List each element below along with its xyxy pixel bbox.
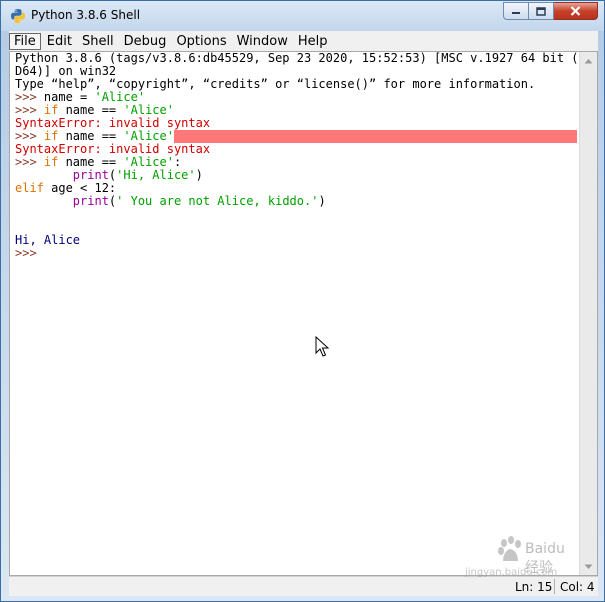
menu-window-label: Window (236, 33, 288, 49)
code-text: ) (318, 194, 326, 208)
status-bar: Ln: 15 Col: 4 (9, 576, 598, 596)
string-literal: 'Alice' (94, 90, 146, 104)
shell-line: print(' You are not Alice, kiddo.') (15, 195, 577, 208)
menu-help-label: Help (297, 33, 328, 49)
string-literal: 'Alice' (123, 129, 174, 143)
prompt: >>> (15, 155, 44, 169)
shell-editor[interactable]: Python 3.8.6 (tags/v3.8.6:db45529, Sep 2… (9, 51, 598, 576)
status-divider (554, 579, 555, 594)
prompt: >>> (15, 103, 44, 117)
keyword: elif (15, 181, 44, 195)
chevron-down-icon (584, 564, 593, 569)
code-text: : (173, 155, 182, 169)
column-number-status: Col: 4 (560, 580, 595, 594)
minimize-button[interactable] (503, 2, 529, 20)
prompt: >>> (15, 129, 44, 143)
menu-debug-label: Debug (123, 33, 167, 49)
keyword: if (43, 103, 59, 117)
menu-bar: File Edit Shell Debug Options Window Hel… (9, 31, 598, 51)
menu-file[interactable]: File (9, 32, 41, 50)
scroll-down-button[interactable] (580, 558, 597, 575)
final-prompt: >>> (15, 246, 37, 260)
python-icon (11, 9, 25, 23)
code-text: ) (195, 168, 203, 182)
mouse-pointer-icon (315, 336, 329, 357)
maximize-icon (536, 6, 546, 16)
program-output: Hi, Alice (15, 233, 81, 247)
error-highlight (173, 130, 577, 143)
line-number-status: Ln: 15 (515, 580, 553, 594)
menu-shell[interactable]: Shell (78, 33, 118, 50)
menu-help[interactable]: Help (294, 33, 332, 50)
keyword: if (43, 155, 59, 169)
shell-text-area[interactable]: Python 3.8.6 (tags/v3.8.6:db45529, Sep 2… (15, 52, 577, 574)
menu-edit-label: Edit (46, 33, 72, 49)
minimize-icon (512, 12, 520, 14)
window-controls (503, 2, 598, 21)
code-text: name = (43, 90, 95, 104)
prompt: >>> (15, 90, 44, 104)
code-text: name == (58, 155, 124, 169)
code-text: age < 12: (43, 181, 117, 195)
menu-debug[interactable]: Debug (120, 33, 171, 50)
menu-edit[interactable]: Edit (43, 33, 76, 50)
chevron-up-icon (584, 58, 593, 63)
code-text: name == (58, 103, 124, 117)
string-literal: ' You are not Alice, kiddo.' (116, 194, 319, 208)
menu-shell-label: Shell (81, 33, 114, 49)
string-literal: 'Hi, Alice' (116, 168, 196, 182)
builtin-function: print (72, 194, 109, 208)
vertical-scrollbar[interactable] (579, 52, 597, 575)
builtin-function: print (72, 168, 109, 182)
string-literal: 'Alice' (123, 155, 174, 169)
string-literal: 'Alice' (123, 103, 174, 117)
keyword: if (43, 129, 59, 143)
menu-file-label: File (14, 33, 36, 49)
idle-shell-window: Python 3.8.6 Shell File Edit Shell Debug… (0, 0, 605, 602)
menu-options-label: Options (176, 33, 227, 49)
scroll-up-button[interactable] (580, 52, 597, 69)
menu-options[interactable]: Options (172, 33, 230, 50)
close-icon (570, 6, 581, 16)
window-title: Python 3.8.6 Shell (31, 8, 141, 22)
code-text: name == (58, 129, 124, 143)
menu-window[interactable]: Window (233, 33, 292, 50)
close-button[interactable] (554, 2, 598, 20)
title-bar[interactable]: Python 3.8.6 Shell (1, 1, 604, 31)
maximize-button[interactable] (529, 2, 554, 20)
